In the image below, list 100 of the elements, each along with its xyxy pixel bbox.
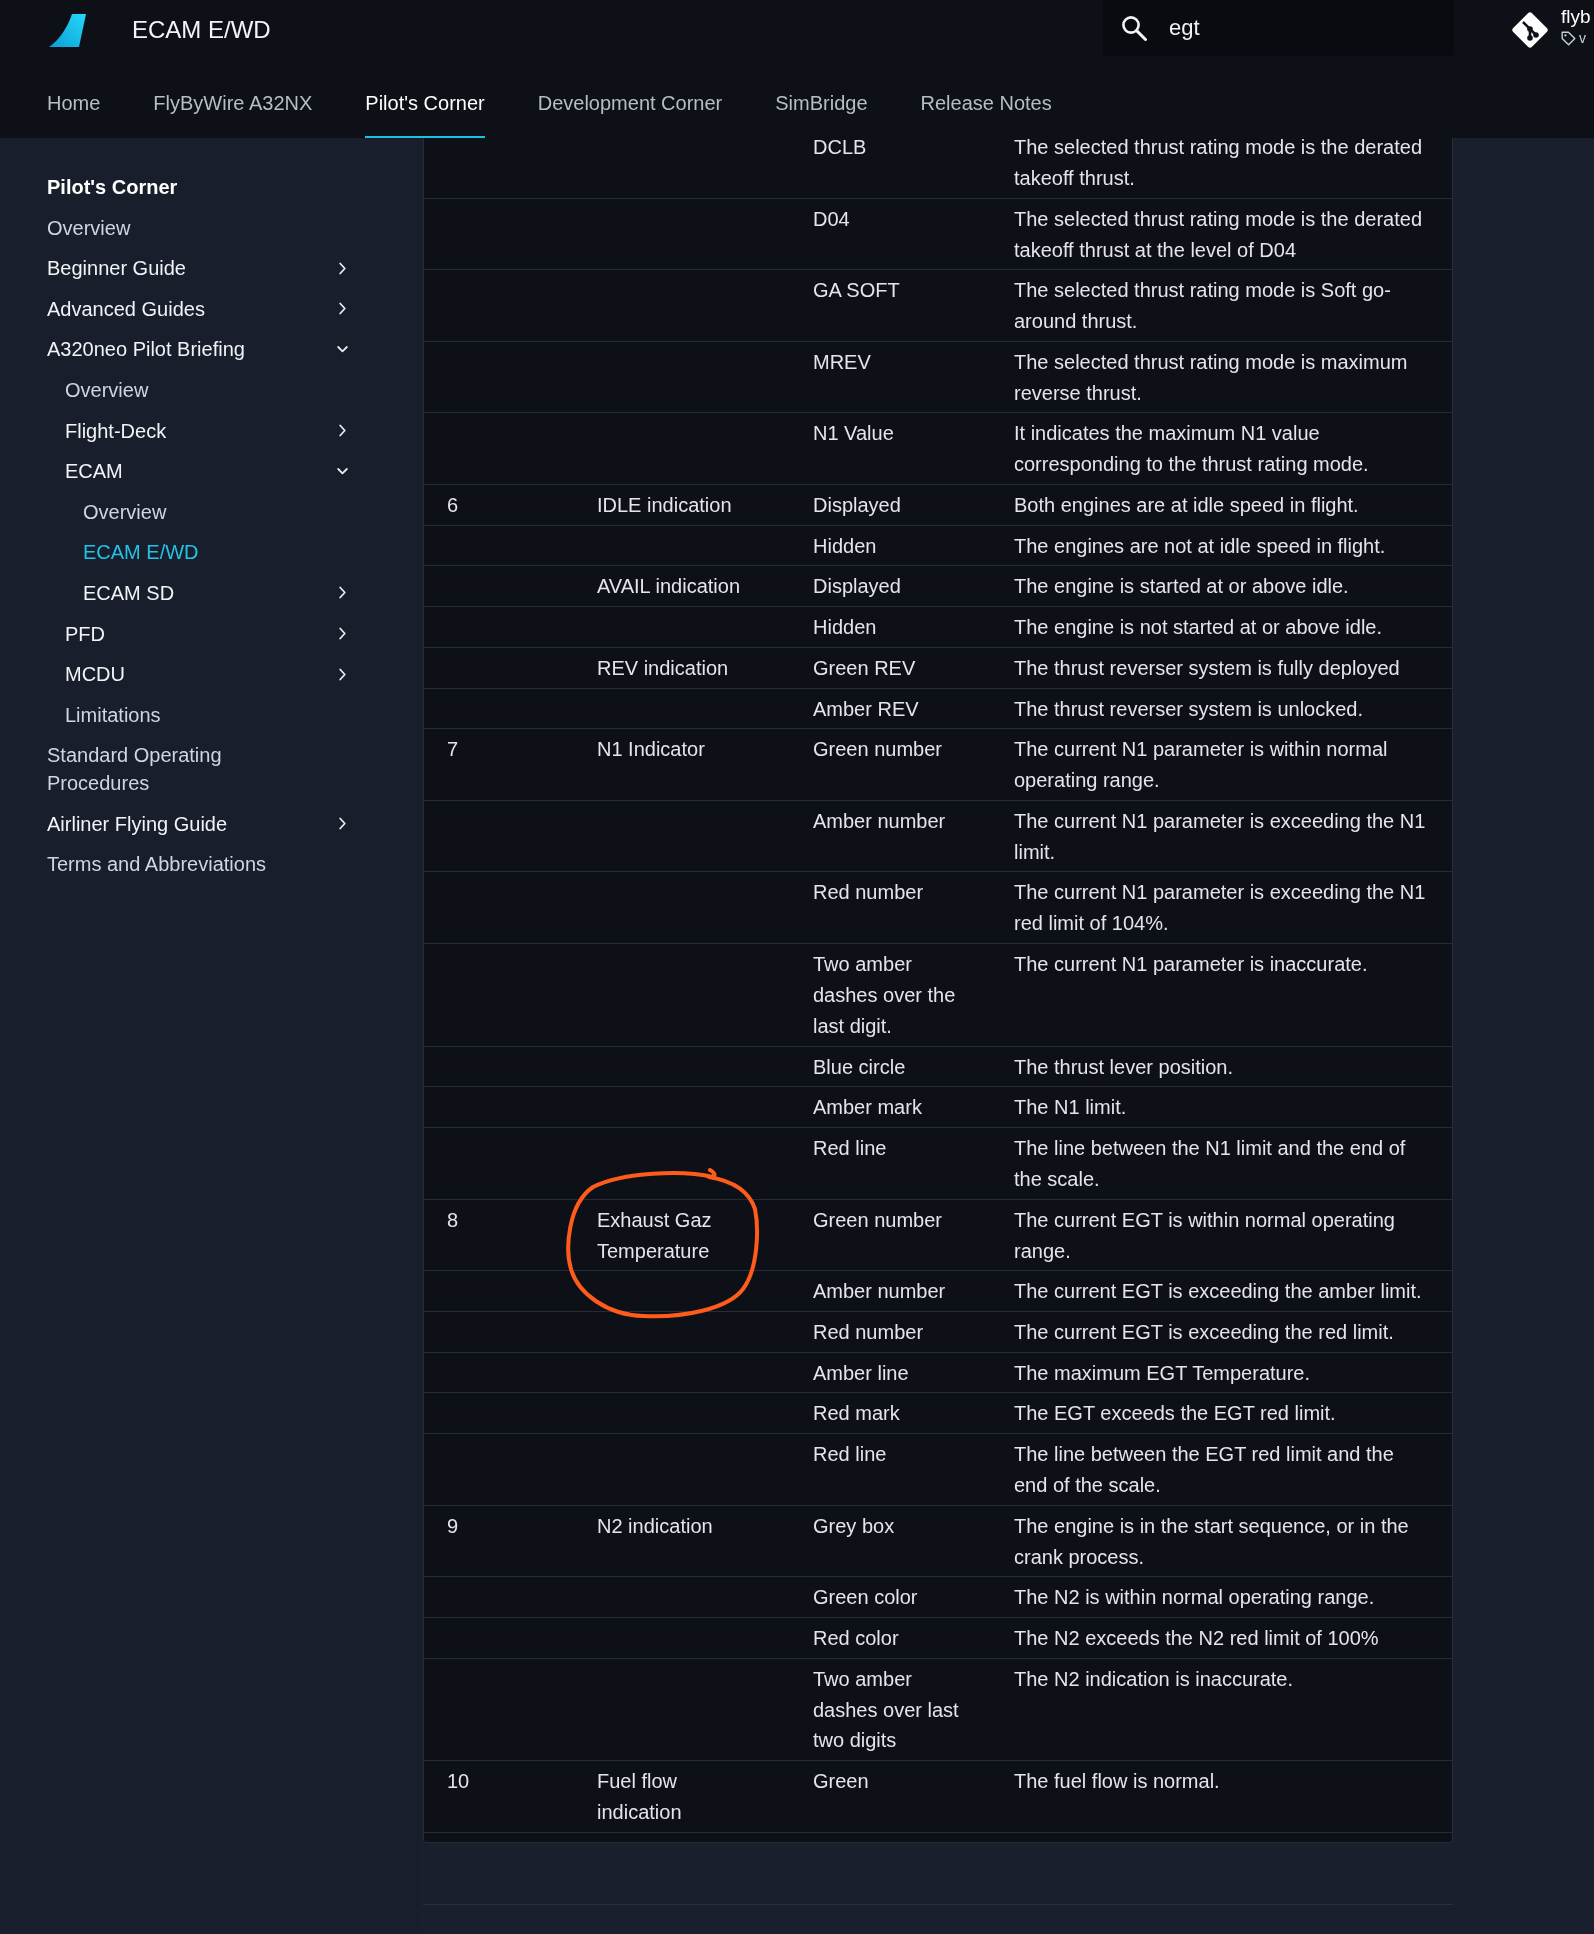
sidebar-item[interactable]: Flight-Deck	[65, 416, 167, 445]
blade-logo-icon[interactable]	[49, 14, 86, 47]
table-cell-text: Both engines are at idle speed in flight.	[1014, 493, 1359, 519]
table-cell-text: Red line	[813, 1136, 887, 1161]
table-cell-text: The selected thrust rating mode is Soft go-around thrust.	[1014, 278, 1392, 335]
nav-tab[interactable]: FlyByWire A32NX	[153, 90, 313, 138]
sidebar-item[interactable]: Overview	[47, 213, 131, 242]
table-cell-text: Green number	[813, 1207, 942, 1233]
table-cell-text: AVAIL indication	[597, 574, 741, 600]
table-cell-text: The current EGT is exceeding the amber limit.	[1014, 1279, 1422, 1305]
table-cell-text: Amber number	[813, 808, 946, 834]
table-cell-text: The engine is in the start sequence, or in the crank process.	[1014, 1513, 1410, 1570]
table-cell-text: The current EGT is exceeding the red limit.	[1014, 1319, 1394, 1345]
nav-tab[interactable]: Home	[47, 90, 101, 138]
search-field[interactable]: egt	[1103, 0, 1454, 56]
table-cell-text: Amber number	[813, 1279, 946, 1305]
table-cell-text: N1 Indicator	[597, 737, 705, 763]
table-cell-text: Red mark	[813, 1401, 900, 1427]
table-cell-text: Green REV	[813, 655, 916, 681]
sidebar-item[interactable]: ECAM	[65, 457, 123, 486]
table-cell-text: The current N1 parameter is exceeding the N1 limit.	[1014, 808, 1426, 865]
table-cell-text: The selected thrust rating mode is maximum reverse thrust.	[1014, 349, 1409, 406]
site-title: ECAM E/WD	[132, 15, 271, 45]
sidebar-item[interactable]: Overview	[83, 497, 167, 526]
table-cell-text: Grey box	[813, 1513, 895, 1539]
nav-tab[interactable]: SimBridge	[775, 90, 868, 138]
sidebar-item[interactable]: Advanced Guides	[47, 294, 205, 323]
chevron-right-icon[interactable]	[337, 625, 348, 642]
table-cell-text: The N2 exceeds the N2 red limit of 100%	[1014, 1625, 1379, 1651]
table-cell-text: N1 Value	[813, 421, 894, 447]
table-cell-text: The selected thrust rating mode is the derated takeoff thrust.	[1014, 135, 1423, 191]
table-cell-text: The maximum EGT Temperature.	[1014, 1360, 1311, 1386]
table-cell-text: Green color	[813, 1585, 918, 1611]
table-cell-text: Hidden	[813, 533, 877, 559]
table-cell-text: Red number	[813, 880, 924, 906]
table-cell-text: Hidden	[813, 615, 877, 641]
table-cell-text: 10	[447, 1769, 470, 1795]
table-cell-text: Amber REV	[813, 696, 919, 722]
sidebar-item[interactable]: Beginner Guide	[47, 254, 186, 283]
table-cell-text: N2 indication	[597, 1513, 713, 1539]
table-cell-text: The current EGT is within normal operating range.	[1014, 1207, 1396, 1264]
table-cell-text: The thrust reverser system is fully deployed	[1014, 655, 1400, 681]
sidebar-item[interactable]: MCDU	[65, 660, 125, 689]
branch-diamond-icon[interactable]	[1510, 10, 1550, 50]
table-cell-text: Displayed	[813, 574, 901, 600]
table-cell-text: 6	[447, 493, 459, 519]
sidebar-item[interactable]: PFD	[65, 619, 105, 648]
table-cell-text: Blue circle	[813, 1054, 906, 1080]
sidebar-item[interactable]: Overview	[65, 375, 149, 404]
table-cell-text: The fuel flow is normal.	[1014, 1769, 1220, 1795]
table-cell-text: MREV	[813, 349, 871, 375]
table-cell-text: 7	[447, 737, 459, 763]
table-cell-text: Two amber dashes over last two digits	[813, 1666, 960, 1754]
table-cell-text: Displayed	[813, 493, 901, 519]
version-text: v	[1579, 29, 1586, 47]
table-cell-text: The line between the N1 limit and the end of the scale.	[1014, 1136, 1407, 1192]
sidebar-item[interactable]: ECAM SD	[83, 578, 175, 607]
sidebar-heading: Pilot's Corner	[47, 175, 178, 200]
table-cell-text: The EGT exceeds the EGT red limit.	[1014, 1401, 1336, 1427]
nav-tab[interactable]: Release Notes	[920, 90, 1052, 138]
sidebar-item[interactable]: A320neo Pilot Briefing	[47, 335, 245, 364]
table-cell-text: GA SOFT	[813, 278, 900, 304]
nav-tab[interactable]: Development Corner	[537, 90, 723, 138]
table-cell-text: The engines are not at idle speed in flight.	[1014, 533, 1386, 559]
table-cell-text: The engine is started at or above idle.	[1014, 574, 1349, 600]
table-cell-text: The thrust reverser system is unlocked.	[1014, 696, 1363, 722]
table-cell-text: D04	[813, 206, 850, 232]
table-cell-text: IDLE indication	[597, 493, 732, 519]
table-cell-text: The line between the EGT red limit and the end of the scale.	[1014, 1442, 1395, 1498]
table-cell-text: Green number	[813, 737, 942, 763]
table-cell-text: 8	[447, 1207, 459, 1233]
table-cell-text: Green	[813, 1769, 869, 1795]
search-icon	[1121, 15, 1147, 41]
table-cell-text: The current N1 parameter is exceeding the N1 red limit of 104%.	[1014, 880, 1426, 937]
table-cell-text: Amber line	[813, 1360, 909, 1386]
table-cell-text: 9	[447, 1513, 459, 1539]
table-cell-text: Red line	[813, 1442, 887, 1468]
table-cell-text: The engine is not started at or above idle.	[1014, 615, 1382, 641]
table-cell-text: It indicates the maximum N1 value corresponding to the thrust rating mode.	[1014, 421, 1370, 478]
sidebar-item[interactable]: ECAM E/WD	[83, 538, 199, 567]
repository-name[interactable]: flyb	[1561, 5, 1594, 29]
tag-icon	[1561, 30, 1576, 46]
table-cell-text: DCLB	[813, 135, 867, 160]
table-cell-text: Red color	[813, 1625, 899, 1651]
table-cell-text: The current N1 parameter is within normal operating range.	[1014, 737, 1389, 794]
table-cell-text: Exhaust Gaz Temperature	[597, 1207, 713, 1264]
table-cell-text: Red number	[813, 1319, 924, 1345]
sidebar-item[interactable]: Airliner Flying Guide	[47, 809, 228, 838]
sidebar-item[interactable]: Standard Operating Procedures	[47, 741, 297, 798]
table-cell-text: The N2 is within normal operating range.	[1014, 1585, 1375, 1611]
table-cell-text: REV indication	[597, 655, 729, 681]
table-cell-text: Two amber dashes over the last digit.	[813, 952, 957, 1039]
table-cell-text: The N1 limit.	[1014, 1095, 1127, 1121]
table-cell-text: The thrust lever position.	[1014, 1054, 1233, 1080]
table-cell-text: The current N1 parameter is inaccurate.	[1014, 952, 1368, 978]
table-cell-text: Fuel flow indication	[597, 1769, 683, 1826]
sidebar-item[interactable]: Terms and Abbreviations	[47, 850, 266, 879]
table-cell-text: The N2 indication is inaccurate.	[1014, 1666, 1294, 1692]
sidebar-item[interactable]: Limitations	[65, 700, 161, 729]
table-cell-text: Amber mark	[813, 1095, 922, 1121]
